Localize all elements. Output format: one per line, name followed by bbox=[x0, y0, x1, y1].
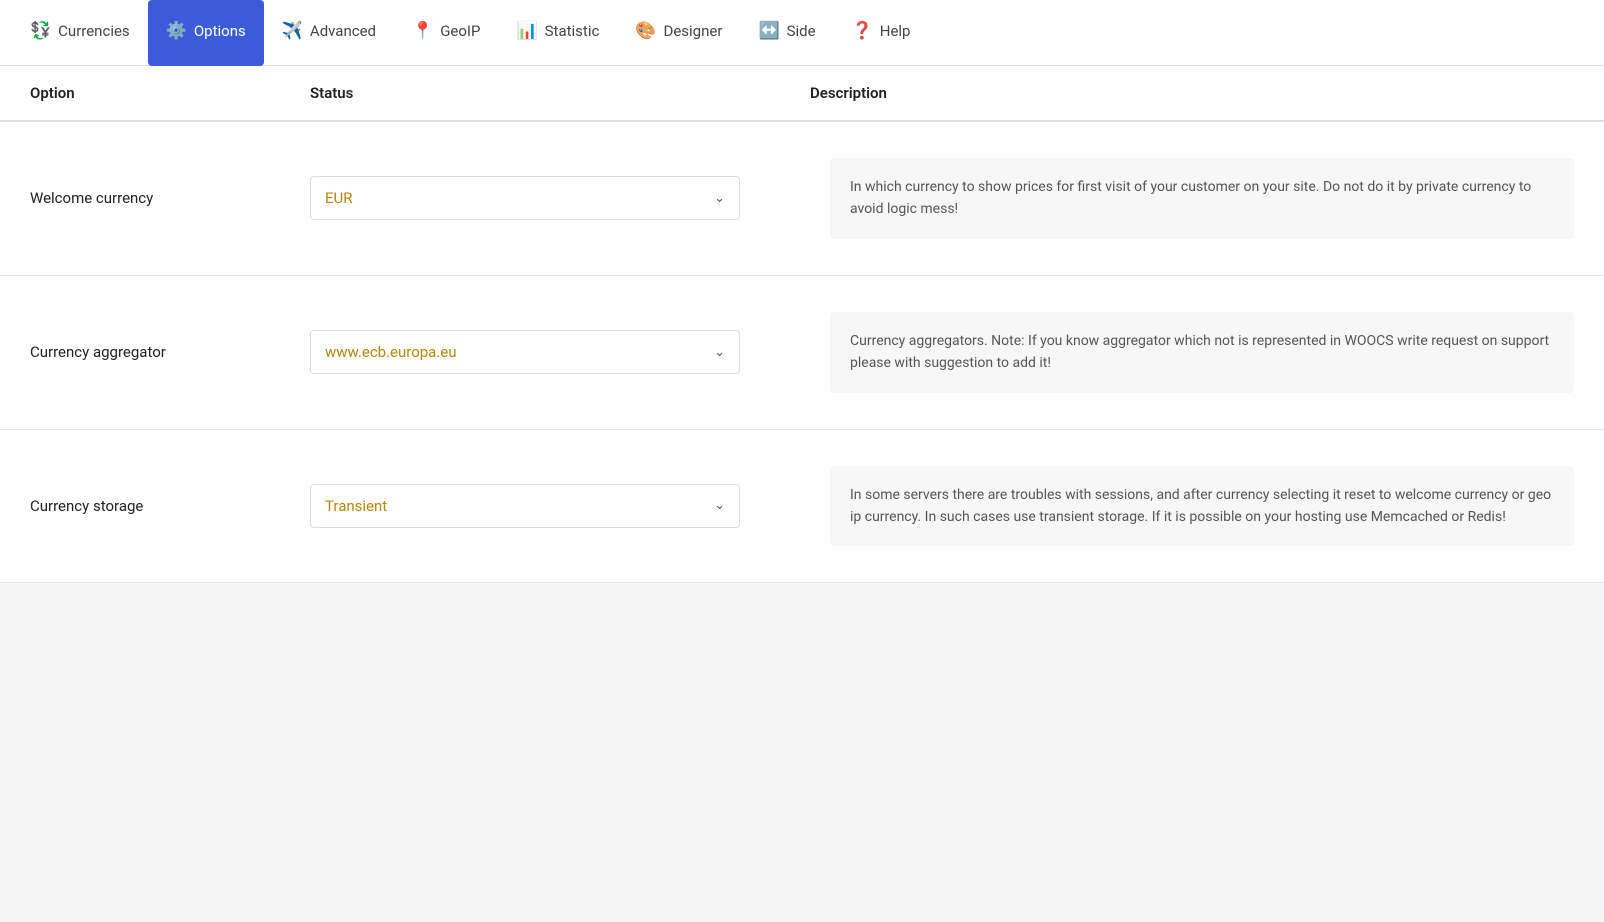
options-icon: ⚙️ bbox=[166, 21, 187, 41]
designer-icon: 🎨 bbox=[635, 21, 656, 41]
row-currency-aggregator: Currency aggregator www.ecb.europa.eu ⌄ … bbox=[0, 276, 1604, 430]
nav-item-options[interactable]: ⚙️ Options bbox=[148, 0, 264, 66]
nav-item-advanced[interactable]: ✈️ Advanced bbox=[264, 0, 394, 66]
select-currency-storage-wrapper: Transient ⌄ bbox=[310, 484, 740, 528]
help-icon: ❓ bbox=[852, 21, 873, 41]
nav-item-statistic[interactable]: 📊 Statistic bbox=[498, 0, 617, 66]
header-status: Status bbox=[310, 84, 810, 102]
header-option: Option bbox=[30, 84, 310, 102]
nav-item-help[interactable]: ❓ Help bbox=[834, 0, 929, 66]
select-welcome-currency[interactable]: EUR ⌄ bbox=[310, 176, 740, 220]
side-icon: ↔️ bbox=[758, 21, 779, 41]
nav-label-geoip: GeoIP bbox=[440, 22, 480, 40]
label-welcome-currency: Welcome currency bbox=[30, 189, 310, 207]
select-currency-storage-value: Transient bbox=[325, 497, 387, 515]
row-welcome-currency: Welcome currency EUR ⌄ In which currency… bbox=[0, 122, 1604, 276]
select-currency-storage[interactable]: Transient ⌄ bbox=[310, 484, 740, 528]
description-currency-storage: In some servers there are troubles with … bbox=[830, 466, 1574, 547]
nav-item-currencies[interactable]: 💱 Currencies bbox=[12, 0, 148, 66]
statistic-icon: 📊 bbox=[516, 21, 537, 41]
nav-label-help: Help bbox=[880, 22, 911, 40]
select-welcome-currency-wrapper: EUR ⌄ bbox=[310, 176, 740, 220]
nav-item-designer[interactable]: 🎨 Designer bbox=[617, 0, 740, 66]
nav-label-options: Options bbox=[194, 22, 246, 40]
top-navigation: 💱 Currencies ⚙️ Options ✈️ Advanced 📍 Ge… bbox=[0, 0, 1604, 66]
description-currency-aggregator: Currency aggregators. Note: If you know … bbox=[830, 312, 1574, 393]
geoip-icon: 📍 bbox=[412, 21, 433, 41]
row-currency-storage: Currency storage Transient ⌄ In some ser… bbox=[0, 430, 1604, 584]
nav-label-designer: Designer bbox=[664, 22, 723, 40]
nav-label-advanced: Advanced bbox=[310, 22, 376, 40]
advanced-icon: ✈️ bbox=[282, 21, 303, 41]
nav-label-statistic: Statistic bbox=[545, 22, 600, 40]
select-currency-aggregator[interactable]: www.ecb.europa.eu ⌄ bbox=[310, 330, 740, 374]
table-header: Option Status Description bbox=[0, 66, 1604, 122]
label-currency-aggregator: Currency aggregator bbox=[30, 343, 310, 361]
label-currency-storage: Currency storage bbox=[30, 497, 310, 515]
chevron-down-icon: ⌄ bbox=[714, 345, 725, 360]
nav-item-side[interactable]: ↔️ Side bbox=[740, 0, 833, 66]
nav-label-side: Side bbox=[787, 22, 816, 40]
description-welcome-currency: In which currency to show prices for fir… bbox=[830, 158, 1574, 239]
header-description: Description bbox=[810, 84, 1574, 102]
select-currency-aggregator-value: www.ecb.europa.eu bbox=[325, 343, 457, 361]
nav-label-currencies: Currencies bbox=[58, 22, 130, 40]
nav-item-geoip[interactable]: 📍 GeoIP bbox=[394, 0, 498, 66]
currencies-icon: 💱 bbox=[30, 21, 51, 41]
chevron-down-icon: ⌄ bbox=[714, 191, 725, 206]
select-currency-aggregator-wrapper: www.ecb.europa.eu ⌄ bbox=[310, 330, 740, 374]
chevron-down-icon: ⌄ bbox=[714, 498, 725, 513]
select-welcome-currency-value: EUR bbox=[325, 189, 353, 207]
